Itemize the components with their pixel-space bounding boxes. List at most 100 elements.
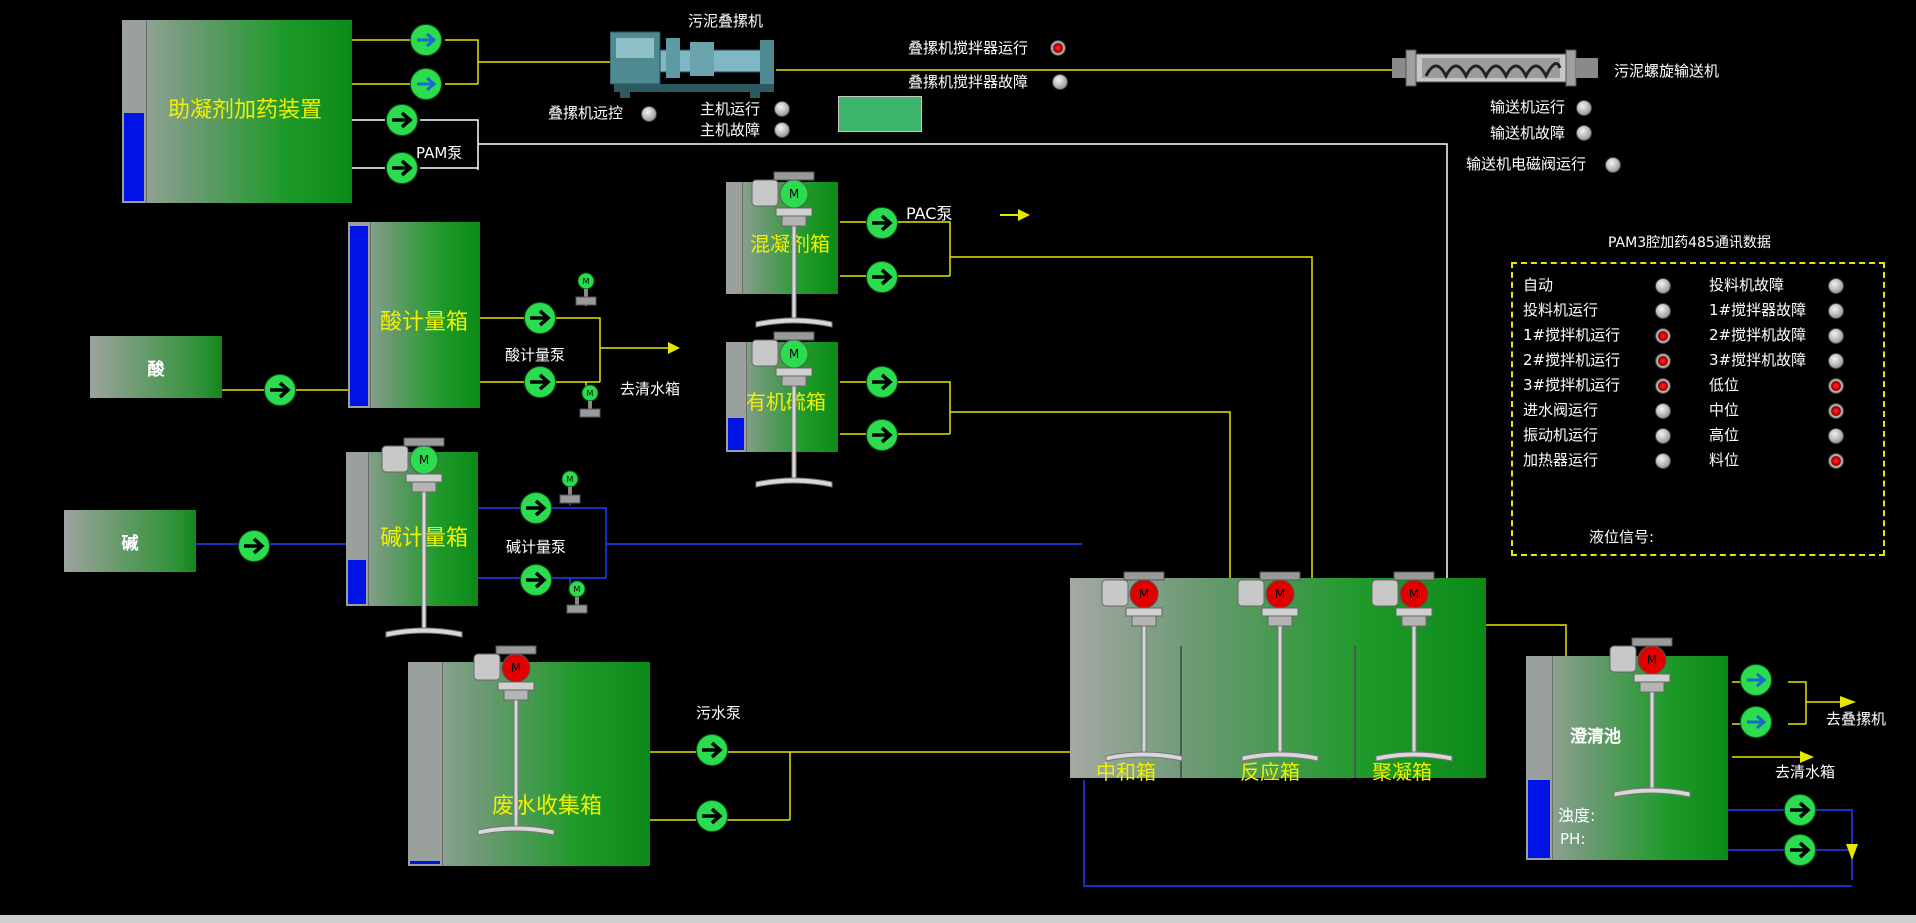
clarifier-drain-pump-2[interactable] [1784,834,1816,866]
pac-pump-2[interactable] [866,261,898,293]
ph-label: PH: [1560,830,1586,848]
alkali-valve-motor-icon-1[interactable]: M [558,470,582,506]
left-label-2: 投料机运行 [1523,301,1599,319]
main-fault-label: 主机故障 [700,121,761,139]
stacker-remote-lamp [641,106,657,122]
acid-metering-pump-2[interactable] [524,366,556,398]
left-label-7: 振动机运行 [1523,426,1599,444]
conveyor-fault-label: 输送机故障 [1490,124,1566,142]
alkali-pump-label: 碱计量泵 [506,538,567,556]
conveyor-fault-lamp [1576,125,1592,141]
right-label-8: 料位 [1709,451,1740,469]
svg-text:M: M [1139,587,1149,601]
tank-divider-2 [1354,646,1356,778]
stacker-remote-label: 叠摞机远控 [548,104,624,122]
sewage-pump-label: 污水泵 [696,704,742,722]
pam3-panel-title: PAM3腔加药485通讯数据 [1608,235,1771,251]
right-label-1: 投料机故障 [1709,276,1785,294]
organic-sulfur-pump-1[interactable] [866,366,898,398]
coagulant-dosing-label: 助凝剂加药装置 [168,98,323,123]
svg-text:M: M [789,187,799,201]
alkali-metering-mixer[interactable]: M [378,436,470,650]
svg-text:M: M [567,475,574,484]
stacker-control-button[interactable] [838,96,922,132]
coagulant-box-mixer[interactable]: M [748,170,840,340]
pac-pump-label: PAC泵 [906,204,953,223]
left-label-3: 1#搅拌机运行 [1523,326,1621,344]
neutralization-mixer[interactable]: M [1098,570,1190,774]
pam-pump-3[interactable] [386,104,418,136]
right-lamp-5 [1828,378,1844,394]
to-clear-water-label-1: 去清水箱 [620,380,681,398]
right-lamp-6 [1828,403,1844,419]
organic-sulfur-mixer[interactable]: M [748,330,840,500]
level-signal-label: 液位信号: [1589,528,1655,546]
svg-text:M: M [583,277,590,286]
pac-pump-1[interactable] [866,207,898,239]
to-stacker-label: 去叠摞机 [1826,710,1887,728]
left-label-6: 进水阀运行 [1523,401,1599,419]
svg-text:M: M [574,585,581,594]
svg-text:M: M [1275,587,1285,601]
left-lamp-3 [1655,328,1671,344]
pam3-status-panel: 自动 投料机运行 1#搅拌机运行 2#搅拌机运行 3#搅拌机运行 进水阀运行 振动机运行 加热… [1511,262,1885,556]
flocculation-mixer[interactable]: M [1368,570,1460,774]
main-running-label: 主机运行 [700,100,761,118]
reaction-mixer[interactable]: M [1234,570,1326,774]
acid-metering-pump-1[interactable] [524,302,556,334]
right-label-6: 中位 [1709,401,1740,419]
acid-valve-motor-icon-1[interactable]: M [574,272,598,308]
main-running-lamp [774,101,790,117]
right-label-3: 2#搅拌机故障 [1709,326,1807,344]
right-label-4: 3#搅拌机故障 [1709,351,1807,369]
pam-pump-2[interactable] [410,68,442,100]
sewage-pump-2[interactable] [696,800,728,832]
acid-valve-motor-icon-2[interactable]: M [578,384,602,420]
clarifier-drain-pump-1[interactable] [1784,794,1816,826]
stacker-mixer-running-label: 叠摞机搅拌器运行 [908,39,1029,57]
svg-text:M: M [587,389,594,398]
left-label-8: 加热器运行 [1523,451,1599,469]
sewage-pump-1[interactable] [696,734,728,766]
clarifier-pump-1[interactable] [1740,664,1772,696]
acid-pump-label: 酸计量泵 [505,346,566,364]
left-lamp-8 [1655,453,1671,469]
sludge-stacker-machine-icon[interactable] [609,28,780,98]
right-label-7: 高位 [1709,426,1740,444]
acid-feed-pump[interactable] [264,374,296,406]
stacker-mixer-fault-label: 叠摞机搅拌器故障 [908,73,1029,91]
acid-source-label: 酸 [147,359,165,380]
to-clear-water-label-2: 去清水箱 [1775,763,1836,781]
scada-screen: 助凝剂加药装置 PAM泵 污泥叠摞机 叠摞机远控 主机运行 主机故障 叠摞机搅拌… [0,0,1916,923]
left-label-4: 2#搅拌机运行 [1523,351,1621,369]
left-lamp-5 [1655,378,1671,394]
svg-text:M: M [1647,653,1657,667]
status-strip [0,915,1916,923]
alkali-feed-pump[interactable] [238,530,270,562]
pam-pump-label: PAM泵 [416,144,463,162]
acid-source-box[interactable]: 酸 [90,336,222,398]
pam-pump-4[interactable] [386,152,418,184]
alkali-metering-pump-1[interactable] [520,492,552,524]
clarifier-pump-2[interactable] [1740,706,1772,738]
screw-conveyor-icon[interactable] [1392,48,1602,88]
right-lamp-1 [1828,278,1844,294]
sludge-stacker-label: 污泥叠摞机 [688,12,764,30]
left-lamp-2 [1655,303,1671,319]
main-fault-lamp [774,122,790,138]
acid-metering-label: 酸计量箱 [380,310,469,335]
conveyor-running-lamp [1576,100,1592,116]
left-label-5: 3#搅拌机运行 [1523,376,1621,394]
wastewater-collection-mixer[interactable]: M [470,644,562,848]
pam-pump-1[interactable] [410,24,442,56]
svg-text:M: M [511,661,521,675]
turbidity-label: 浊度: [1558,806,1596,825]
svg-text:M: M [1409,587,1419,601]
conveyor-valve-running-lamp [1605,157,1621,173]
alkali-valve-motor-icon-2[interactable]: M [565,580,589,616]
alkali-source-box[interactable]: 碱 [64,510,196,572]
alkali-metering-pump-2[interactable] [520,564,552,596]
clarifier-mixer[interactable]: M [1606,636,1698,810]
conveyor-running-label: 输送机运行 [1490,98,1566,116]
organic-sulfur-pump-2[interactable] [866,419,898,451]
